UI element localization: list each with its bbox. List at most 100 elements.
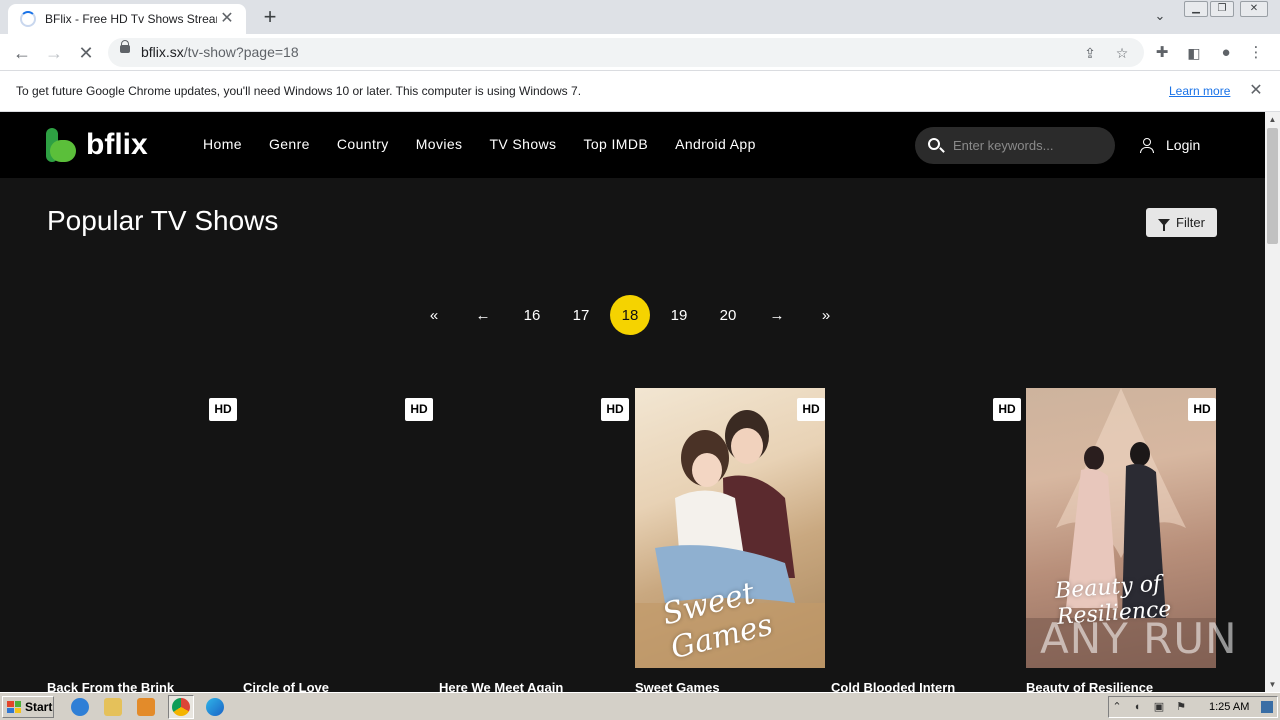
- search-box: [915, 127, 1115, 164]
- hd-badge: HD: [797, 398, 825, 421]
- filter-funnel-icon: [1158, 219, 1171, 231]
- nav-country[interactable]: Country: [337, 136, 389, 152]
- loading-spinner-icon: [20, 11, 36, 27]
- volume-icon[interactable]: ◖: [1131, 701, 1143, 713]
- minimize-button[interactable]: ▁: [1184, 1, 1208, 17]
- pagination-page[interactable]: 17: [561, 295, 601, 335]
- restore-button[interactable]: ❐: [1210, 1, 1234, 17]
- pagination: « ← 16 17 18 19 20 → »: [414, 295, 855, 335]
- site-logo[interactable]: bflix: [46, 128, 148, 162]
- url-path: /tv-show?page=18: [183, 44, 299, 60]
- share-icon[interactable]: ⇪: [1079, 42, 1101, 64]
- page-viewport: bflix Home Genre Country Movies TV Shows…: [0, 112, 1265, 692]
- filter-button[interactable]: Filter: [1146, 208, 1217, 237]
- nav-android-app[interactable]: Android App: [675, 136, 756, 152]
- stop-loading-icon[interactable]: ✕: [73, 40, 99, 66]
- login-button[interactable]: Login: [1140, 137, 1200, 153]
- page-scrollbar[interactable]: ▲ ▼: [1265, 112, 1280, 692]
- media-player-icon[interactable]: [137, 698, 155, 716]
- address-bar[interactable]: bflix.sx/tv-show?page=18 ⇪ ☆: [108, 38, 1144, 67]
- login-label: Login: [1166, 137, 1201, 153]
- logo-mark-icon: [46, 128, 76, 162]
- back-arrow-icon[interactable]: ←: [9, 40, 35, 66]
- side-panel-icon[interactable]: ◧: [1181, 40, 1207, 66]
- infobar-close-icon[interactable]: ✕: [1246, 80, 1266, 100]
- url-text: bflix.sx/tv-show?page=18: [141, 44, 299, 60]
- network-icon[interactable]: ▣: [1153, 701, 1165, 713]
- show-poster[interactable]: HD: [831, 388, 1021, 668]
- internet-explorer-icon[interactable]: [71, 698, 89, 716]
- system-tray: ⌃ ◖ ▣ ⚑ 1:25 AM: [1108, 696, 1278, 718]
- hd-badge: HD: [1188, 398, 1216, 421]
- show-title[interactable]: Sweet Games: [635, 680, 835, 692]
- user-icon: [1140, 137, 1154, 153]
- tray-expand-icon[interactable]: ⌃: [1111, 701, 1123, 713]
- anyrun-watermark: ANY RUN: [1040, 614, 1238, 663]
- show-title[interactable]: Beauty of Resilience: [1026, 680, 1226, 692]
- nav-movies[interactable]: Movies: [416, 136, 463, 152]
- screen: BFlix - Free HD Tv Shows Streaming ✕ + ⌄…: [0, 0, 1280, 720]
- taskbar-clock[interactable]: 1:25 AM: [1209, 701, 1249, 713]
- search-input[interactable]: [953, 136, 1103, 155]
- chrome-icon[interactable]: [172, 698, 190, 716]
- action-center-flag-icon[interactable]: ⚑: [1175, 701, 1187, 713]
- search-icon[interactable]: [928, 138, 940, 150]
- pagination-current-page[interactable]: 18: [610, 295, 650, 335]
- nav-top-imdb[interactable]: Top IMDB: [583, 136, 648, 152]
- windows-flag-icon: [7, 701, 21, 713]
- pagination-last[interactable]: »: [806, 295, 846, 335]
- pagination-page[interactable]: 20: [708, 295, 748, 335]
- pagination-prev[interactable]: ←: [463, 295, 503, 335]
- pagination-page[interactable]: 19: [659, 295, 699, 335]
- filter-label: Filter: [1176, 215, 1205, 230]
- show-title[interactable]: Circle of Love: [243, 680, 443, 692]
- show-title[interactable]: Here We Meet Again: [439, 680, 639, 692]
- nav-genre[interactable]: Genre: [269, 136, 310, 152]
- show-poster[interactable]: Sweet Games HD: [635, 388, 825, 668]
- window-close-button[interactable]: ✕: [1240, 1, 1268, 17]
- pagination-next[interactable]: →: [757, 295, 797, 335]
- hd-badge: HD: [209, 398, 237, 421]
- show-poster[interactable]: HD: [47, 388, 237, 668]
- edge-icon[interactable]: [206, 698, 224, 716]
- show-title[interactable]: Cold Blooded Intern: [831, 680, 1031, 692]
- windows-taskbar: Start ⌃ ◖ ▣ ⚑ 1:25 AM: [0, 692, 1280, 720]
- profile-avatar-icon[interactable]: ●: [1213, 40, 1239, 66]
- forward-arrow-icon[interactable]: →: [41, 40, 67, 66]
- main-nav: Home Genre Country Movies TV Shows Top I…: [203, 136, 783, 152]
- show-desktop-icon[interactable]: [1261, 701, 1273, 713]
- scrollbar-thumb[interactable]: [1267, 128, 1278, 244]
- page-title: Popular TV Shows: [47, 205, 279, 236]
- hd-badge: HD: [405, 398, 433, 421]
- hd-badge: HD: [601, 398, 629, 421]
- extensions-puzzle-icon[interactable]: ✚: [1149, 40, 1175, 66]
- show-title[interactable]: Back From the Brink: [47, 680, 247, 692]
- learn-more-link[interactable]: Learn more: [1169, 84, 1230, 98]
- file-explorer-icon[interactable]: [104, 698, 122, 716]
- start-label: Start: [25, 700, 53, 714]
- scroll-up-arrow-icon[interactable]: ▲: [1265, 112, 1280, 127]
- nav-home[interactable]: Home: [203, 136, 242, 152]
- lock-icon[interactable]: [120, 40, 130, 53]
- start-button[interactable]: Start: [2, 696, 54, 718]
- bookmark-star-icon[interactable]: ☆: [1111, 42, 1133, 64]
- show-poster[interactable]: HD: [243, 388, 433, 668]
- new-tab-button[interactable]: +: [258, 6, 282, 30]
- infobar-message: To get future Google Chrome updates, you…: [16, 84, 582, 98]
- nav-tv-shows[interactable]: TV Shows: [489, 136, 556, 152]
- pagination-first[interactable]: «: [414, 295, 454, 335]
- hd-badge: HD: [993, 398, 1021, 421]
- tab-close-icon[interactable]: ✕: [218, 10, 236, 28]
- update-infobar: To get future Google Chrome updates, you…: [0, 71, 1280, 112]
- tab-search-chevron-icon[interactable]: ⌄: [1150, 8, 1170, 26]
- chrome-toolbar: ← → ✕ bflix.sx/tv-show?page=18 ⇪ ☆ ✚ ◧ ●…: [0, 34, 1280, 71]
- tab-title: BFlix - Free HD Tv Shows Streaming: [45, 12, 217, 26]
- browser-tab[interactable]: BFlix - Free HD Tv Shows Streaming ✕: [8, 4, 246, 34]
- url-host: bflix.sx: [141, 44, 184, 60]
- chrome-menu-icon[interactable]: ⋮: [1243, 40, 1269, 66]
- show-poster[interactable]: HD: [439, 388, 629, 668]
- scroll-down-arrow-icon[interactable]: ▼: [1265, 677, 1280, 692]
- pagination-page[interactable]: 16: [512, 295, 552, 335]
- logo-text: bflix: [86, 128, 148, 161]
- chrome-tabstrip: BFlix - Free HD Tv Shows Streaming ✕ + ⌄…: [0, 0, 1280, 34]
